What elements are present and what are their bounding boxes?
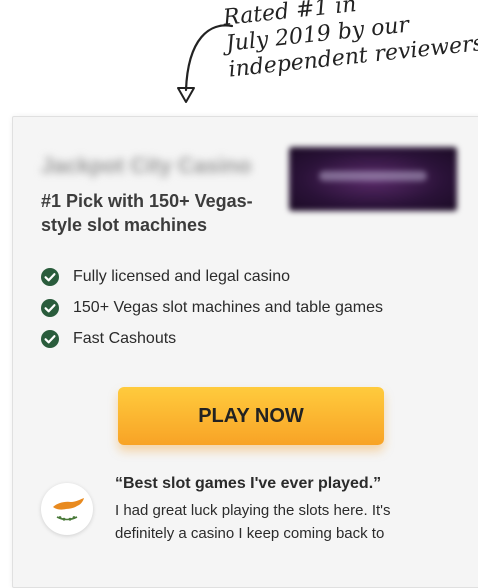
offer-headline: #1 Pick with 150+ Vegas-style slot machi… — [41, 191, 253, 235]
play-now-button[interactable]: PLAY NOW — [118, 387, 384, 445]
feature-label: Fully licensed and legal casino — [73, 267, 291, 285]
casino-logo[interactable] — [289, 147, 457, 211]
casino-offer-card: Jackpot City Casino #1 Pick with 150+ Ve… — [12, 116, 478, 588]
feature-item: 150+ Vegas slot machines and table games — [41, 292, 383, 323]
hand-drawn-arrow-icon — [177, 24, 234, 103]
feature-label: Fast Cashouts — [73, 329, 177, 347]
check-circle-icon — [41, 329, 59, 348]
feature-list: Fully licensed and legal casino 150+ Veg… — [41, 261, 383, 354]
feature-label: 150+ Vegas slot machines and table games — [73, 298, 383, 316]
reviewer-avatar — [41, 483, 93, 535]
review-quote-text: I had great luck playing the slots here.… — [115, 502, 391, 542]
check-circle-icon — [41, 298, 59, 317]
cyprus-flag-icon — [53, 498, 84, 521]
feature-item: Fast Cashouts — [41, 323, 383, 354]
check-circle-icon — [41, 267, 59, 286]
rating-annotation: Rated #1 in July 2019 by our independent… — [222, 0, 478, 84]
casino-name: Jackpot City Casino — [41, 153, 252, 178]
review-quote-title: “Best slot games I've ever played.” — [115, 475, 382, 492]
feature-item: Fully licensed and legal casino — [41, 261, 383, 292]
